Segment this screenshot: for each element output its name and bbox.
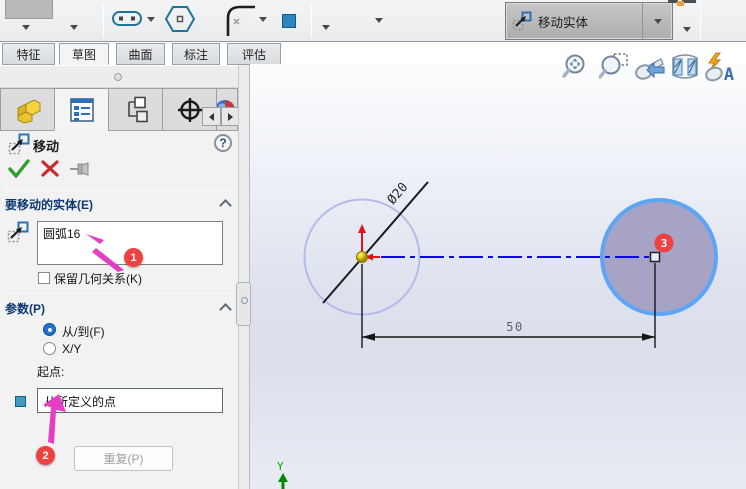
flyout-caret-icon[interactable]: [322, 25, 330, 30]
pin-button[interactable]: [69, 162, 91, 176]
tab-configuration-manager[interactable]: [108, 88, 163, 131]
panel-splitter-dot-icon[interactable]: [114, 73, 122, 81]
point-axis-up-arrow-icon: [358, 224, 366, 233]
clipped-toolbar-button[interactable]: [5, 0, 53, 19]
divider: [4, 190, 234, 191]
sketch-toolbar: 移动实体: [0, 0, 746, 42]
splitter-collapse-dot-icon[interactable]: [241, 297, 248, 304]
toolbar-separator: [311, 4, 312, 38]
move-command-icon: [8, 133, 30, 155]
xy-label[interactable]: X/Y: [62, 342, 81, 356]
part-icon: [17, 98, 40, 124]
entities-selection-icon: [7, 221, 29, 243]
parameters-section-title[interactable]: 参数(P): [5, 300, 45, 317]
callout-arrow-1-icon: [86, 234, 124, 272]
y-axis-label: Y: [277, 460, 284, 473]
help-button[interactable]: ?: [214, 134, 232, 152]
edit-appearance-icon[interactable]: A: [704, 52, 738, 82]
crosshair-icon: [177, 97, 202, 122]
endpoint-marker[interactable]: [649, 251, 661, 263]
diameter-dimension-text[interactable]: Ø20: [385, 180, 412, 208]
dimension-arrow-right: [642, 333, 655, 341]
repeat-button-label: 重复(P): [103, 452, 144, 466]
move-entities-label: 移动实体: [538, 15, 589, 30]
move-entities-button[interactable]: 移动实体: [505, 2, 673, 40]
entities-section-title[interactable]: 要移动的实体(E): [5, 196, 93, 213]
section-view-icon[interactable]: [670, 53, 700, 81]
tab-surfaces[interactable]: 曲面: [116, 43, 165, 65]
fillet-tool-icon[interactable]: [224, 2, 258, 38]
start-point-field-icon: [15, 396, 26, 407]
keep-relations-label[interactable]: 保留几何关系(K): [54, 270, 142, 287]
y-axis-stem: [281, 481, 285, 489]
app-window: 移动实体 特征 草图 曲面 标注 评估 Ø20 50 3 Y A 移动 ? 要移…: [0, 0, 746, 489]
callout-badge-3-text: 3: [661, 237, 668, 250]
square-tool-icon[interactable]: [282, 14, 296, 28]
xy-radio[interactable]: [43, 342, 56, 355]
toolbar-separator: [103, 4, 104, 38]
fillet-caret-icon[interactable]: [259, 17, 267, 22]
toolbar-separator: [700, 2, 701, 40]
move-entities-icon: [512, 11, 532, 31]
start-point-label: 起点:: [37, 365, 65, 379]
panel-title: 移动: [33, 139, 60, 154]
flyout-caret-icon[interactable]: [375, 18, 383, 23]
start-point-marker[interactable]: [356, 251, 368, 263]
move-entities-dropdown[interactable]: [642, 3, 672, 39]
ok-button[interactable]: [8, 159, 30, 178]
clipped-toolbar-glyphs: [682, 0, 696, 3]
graphics-area[interactable]: Ø20 50 3 Y: [250, 64, 746, 489]
from-to-label[interactable]: 从/到(F): [62, 323, 105, 340]
callout-badge-1: 1: [124, 248, 143, 267]
move-entities-caret-icon: [653, 18, 662, 24]
repeat-button[interactable]: 重复(P): [74, 446, 173, 471]
previous-view-icon[interactable]: [634, 53, 666, 81]
callout-arrow-2-icon: [43, 394, 66, 444]
tab-evaluate[interactable]: 评估: [227, 43, 281, 65]
divider: [4, 293, 234, 294]
zoom-fit-icon[interactable]: [562, 53, 590, 81]
from-to-radio[interactable]: [43, 323, 56, 336]
y-axis-arrow-icon: [278, 473, 288, 482]
tab-sketch[interactable]: 草图: [59, 43, 109, 65]
tab-features[interactable]: 特征: [2, 43, 55, 65]
clipped-icon-fragment: [677, 1, 684, 6]
collapse-chevron-icon[interactable]: [219, 199, 232, 212]
callout-badge-2: 2: [36, 446, 55, 465]
panel-tabs-scroll-left[interactable]: [202, 107, 221, 126]
slot-caret-icon[interactable]: [147, 17, 155, 22]
configuration-icon: [127, 96, 148, 122]
sketch-geometry: Ø20 50 3 Y: [277, 180, 718, 489]
panel-canvas-splitter[interactable]: [238, 65, 250, 489]
svg-text:A: A: [724, 65, 734, 82]
zoom-area-icon[interactable]: [599, 53, 629, 81]
splitter-handle[interactable]: [236, 282, 251, 326]
flyout-caret-icon[interactable]: [70, 25, 78, 30]
slot-tool-icon[interactable]: [111, 9, 145, 29]
property-manager-icon: [69, 97, 94, 122]
flyout-caret-icon[interactable]: [683, 27, 691, 32]
tab-annotation[interactable]: 标注: [172, 43, 220, 65]
dimension-arrow-left: [362, 333, 375, 341]
collapse-chevron-icon[interactable]: [219, 303, 232, 316]
tab-property-manager[interactable]: [54, 88, 109, 131]
flyout-caret-icon[interactable]: [22, 25, 30, 30]
cancel-button[interactable]: [41, 160, 59, 177]
keep-relations-checkbox[interactable]: [38, 272, 50, 284]
panel-splitter-bar[interactable]: [0, 65, 238, 88]
property-manager-panel: 移动 ? 要移动的实体(E) 圆弧16 1 保留几何关系(K) 参数(P) 从/…: [0, 65, 240, 489]
polygon-tool-icon[interactable]: [162, 4, 198, 34]
dimension-value-text[interactable]: 50: [506, 320, 523, 334]
tab-feature-manager[interactable]: [0, 88, 55, 131]
selection-item[interactable]: 圆弧16: [43, 227, 80, 241]
